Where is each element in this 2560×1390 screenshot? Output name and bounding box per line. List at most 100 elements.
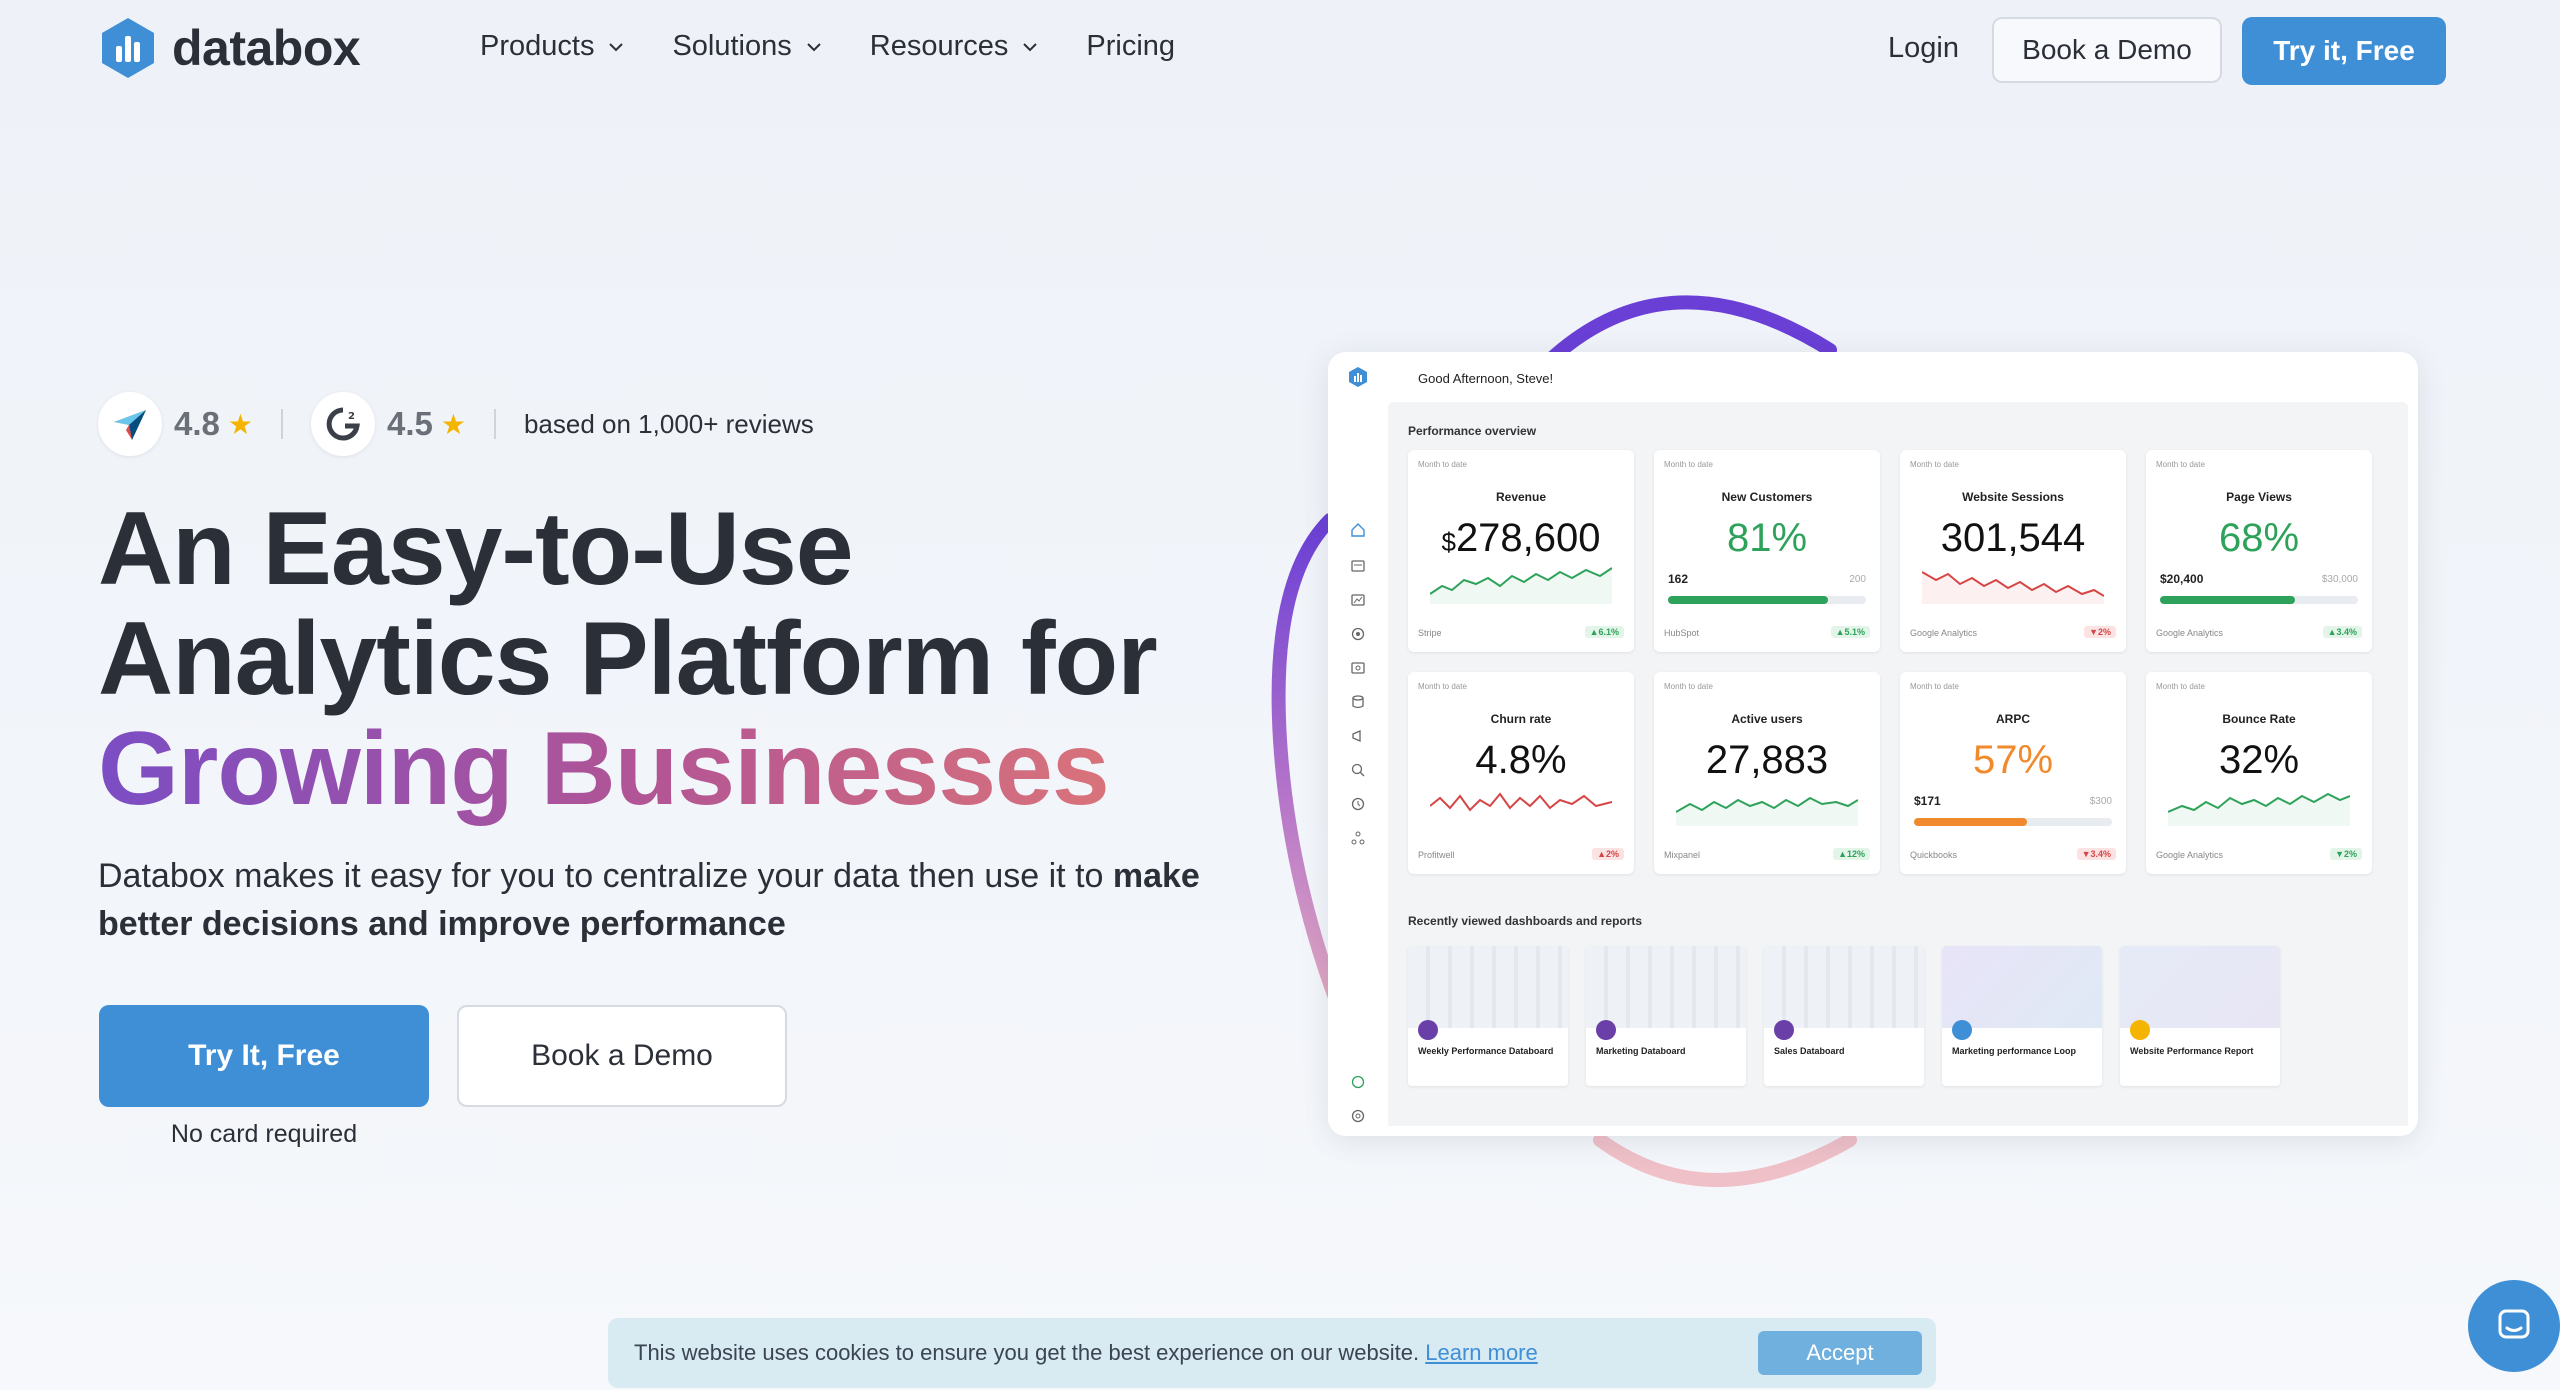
star-icon: ★: [440, 408, 466, 440]
hero-book-demo-button[interactable]: Book a Demo: [457, 1005, 787, 1107]
chat-launcher-button[interactable]: [2468, 1280, 2560, 1372]
card-value: 81%: [1726, 516, 1808, 560]
report-icon: [2130, 1020, 2150, 1040]
menu-resources[interactable]: Resources: [870, 30, 1039, 63]
card-title: ARPC: [1995, 712, 2030, 726]
try-free-button[interactable]: Try it, Free: [2242, 17, 2446, 85]
recent-dashboards-title: Recently viewed dashboards and reports: [1408, 914, 1643, 928]
g2-rating: 4.5: [386, 405, 433, 442]
goals-icon[interactable]: [1350, 626, 1366, 642]
reports-icon[interactable]: [1350, 592, 1366, 608]
g2-icon: 2: [326, 407, 360, 441]
progress-target: $30,000: [2321, 574, 2358, 585]
card-value: 4.8%: [1475, 738, 1567, 782]
divider: [493, 409, 496, 439]
cookie-message: This website uses cookies to ensure you …: [634, 1340, 1426, 1365]
menu-pricing[interactable]: Pricing: [1086, 30, 1175, 63]
card-title: Revenue: [1495, 490, 1547, 504]
databoard-icon: [1774, 1020, 1794, 1040]
ratings-bar: 4.8 ★ 2 4.5 ★ based on 1,000+ reviews: [98, 392, 814, 456]
card-change-badge: ▲2%: [1592, 848, 1624, 860]
card-period: Month to date: [2156, 682, 2205, 691]
card-title: Page Views: [2226, 490, 2292, 504]
learn-more-link[interactable]: Learn more: [1425, 1340, 1538, 1365]
hero-try-free-button[interactable]: Try It, Free: [99, 1005, 429, 1107]
dashboard-preview: Good Afternoon, Steve! Performance overv…: [1328, 352, 2418, 1136]
databoard-icon[interactable]: [1350, 558, 1366, 574]
reviews-text: based on 1,000+ reviews: [523, 408, 814, 439]
chevron-down-icon: [1023, 42, 1038, 51]
recent-item-label: Website Performance Report: [2130, 1046, 2254, 1056]
card-title: Churn rate: [1490, 712, 1552, 726]
metric-card-new-customers[interactable]: Month to date New Customers 81% 162 200 …: [1654, 450, 1880, 652]
hero-subtitle: Databox makes it easy for you to central…: [98, 852, 1278, 948]
progress-bar: [2160, 596, 2358, 604]
recent-item-marketing-loop[interactable]: Marketing performance Loop: [1942, 946, 2102, 1086]
accept-cookies-button[interactable]: Accept: [1758, 1331, 1922, 1375]
sparkline-chart: [1430, 792, 1612, 812]
home-icon[interactable]: [1350, 522, 1366, 538]
menu-products-label: Products: [480, 30, 595, 62]
thumbnail-preview: [1586, 946, 1746, 1028]
divider: [280, 409, 283, 439]
cookie-banner: This website uses cookies to ensure you …: [608, 1318, 1936, 1388]
metric-card-churn-rate[interactable]: Month to date Churn rate 4.8% Profitwell…: [1408, 672, 1634, 874]
databox-small-logo-icon: [1349, 367, 1367, 387]
headline-line-2: Analytics Platform for: [98, 601, 1158, 717]
card-period: Month to date: [1910, 682, 1959, 691]
metric-card-bounce-rate[interactable]: Month to date Bounce Rate 32% Google Ana…: [2146, 672, 2372, 874]
data-sources-icon[interactable]: [1350, 694, 1366, 710]
top-navigation: databox Products Solutions Resources Pri…: [0, 0, 2560, 100]
card-value-number: 278,600: [1455, 516, 1601, 560]
performance-overview-title: Performance overview: [1408, 424, 1537, 438]
metric-card-active-users[interactable]: Month to date Active users 27,883 Mixpan…: [1654, 672, 1880, 874]
chat-icon: [2498, 1309, 2530, 1339]
alerts-icon[interactable]: [1350, 660, 1366, 676]
clock-icon[interactable]: [1350, 796, 1366, 812]
thumbnail-preview: [1408, 946, 1568, 1028]
card-value: 27,883: [1705, 738, 1829, 782]
card-value: $278,600: [1408, 516, 1634, 561]
help-icon[interactable]: [1350, 1074, 1366, 1090]
card-title: Website Sessions: [1962, 490, 2064, 504]
progress-fill: [1914, 818, 2027, 826]
recent-item-sales-databoard[interactable]: Sales Databoard: [1764, 946, 1924, 1086]
metric-card-website-sessions[interactable]: Month to date Website Sessions 301,544 G…: [1900, 450, 2126, 652]
login-link[interactable]: Login: [1888, 32, 1959, 65]
recent-item-website-performance-report[interactable]: Website Performance Report: [2120, 946, 2280, 1086]
metric-card-arpc[interactable]: Month to date ARPC 57% $171 $300 Quickbo…: [1900, 672, 2126, 874]
card-source: Quickbooks: [1910, 850, 1958, 860]
team-icon[interactable]: [1350, 830, 1366, 846]
announcement-icon[interactable]: [1350, 728, 1366, 744]
dashboard-header: Good Afternoon, Steve!: [1328, 352, 2418, 402]
recent-item-marketing-databoard[interactable]: Marketing Databoard: [1586, 946, 1746, 1086]
thumbnail-preview: [1942, 946, 2102, 1028]
cookie-text: This website uses cookies to ensure you …: [634, 1340, 1538, 1366]
recent-item-label: Weekly Performance Databoard: [1418, 1046, 1554, 1056]
card-change-badge: ▲3.4%: [2322, 626, 2362, 638]
star-icon: ★: [227, 408, 253, 440]
chevron-down-icon: [807, 42, 821, 51]
databox-logo[interactable]: databox: [98, 16, 361, 80]
capterra-badge: [98, 392, 162, 456]
g2-badge: 2: [310, 392, 375, 456]
menu-solutions[interactable]: Solutions: [672, 30, 821, 63]
metric-card-page-views[interactable]: Month to date Page Views 68% $20,400 $30…: [2146, 450, 2372, 652]
card-value: 32%: [2218, 738, 2300, 782]
thumbnail-preview: [2120, 946, 2280, 1028]
book-demo-button[interactable]: Book a Demo: [1992, 17, 2222, 83]
headline-line-1: An Easy-to-Use: [98, 491, 854, 607]
hero-headline: An Easy-to-Use Analytics Platform for Gr…: [98, 491, 1158, 824]
search-icon[interactable]: [1350, 762, 1366, 778]
progress-target: $300: [2089, 796, 2112, 807]
recent-item-weekly-performance[interactable]: Weekly Performance Databoard: [1408, 946, 1568, 1086]
sparkline-chart: [2168, 792, 2350, 826]
no-card-note: No card required: [170, 1120, 358, 1148]
settings-icon[interactable]: [1350, 1108, 1366, 1124]
card-value: 301,544: [1940, 516, 2086, 560]
sparkline-chart: [1922, 571, 2104, 604]
menu-products[interactable]: Products: [480, 30, 624, 63]
card-period: Month to date: [1664, 460, 1713, 469]
metric-card-revenue[interactable]: Month to date Revenue $278,600 Stripe ▲6…: [1408, 450, 1634, 652]
greeting-text: Good Afternoon, Steve!: [1418, 371, 1554, 386]
